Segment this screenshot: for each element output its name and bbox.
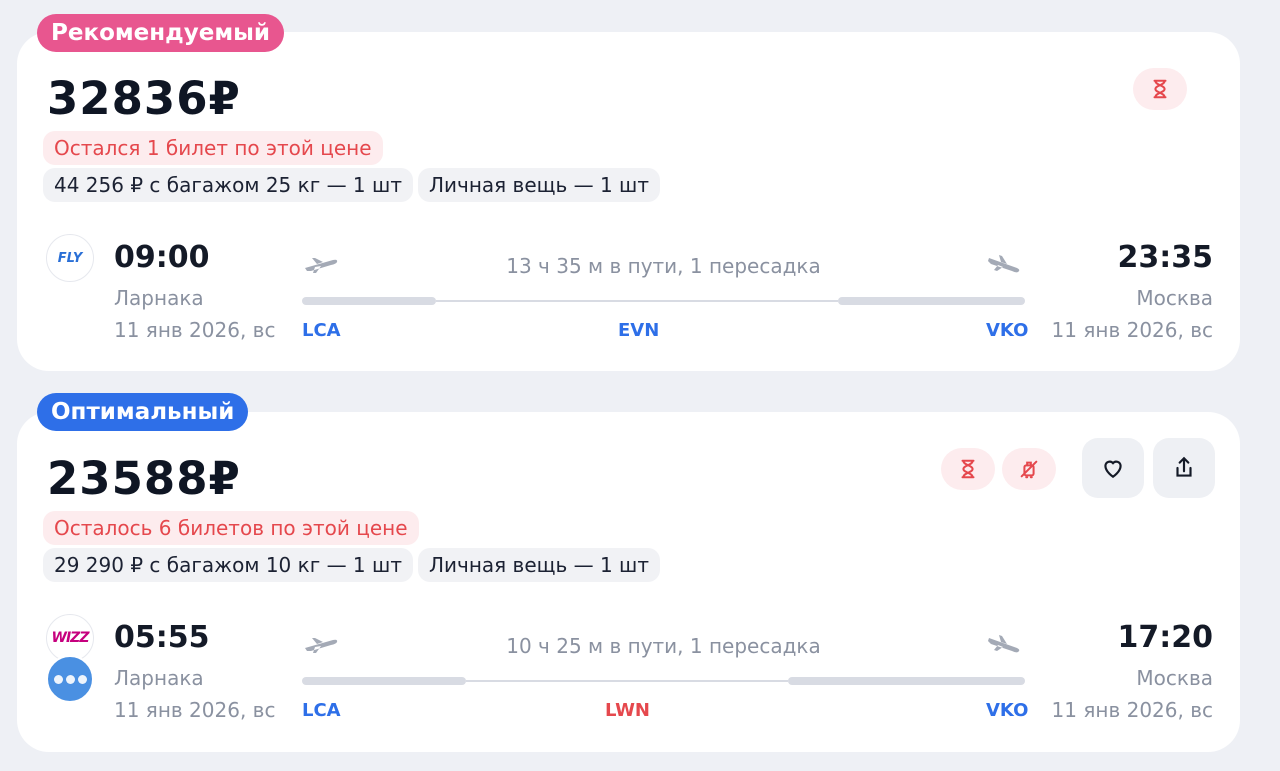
arrival-airport-code: VKO [986, 700, 1029, 721]
landing-plane-icon [988, 635, 1020, 653]
fare-options: 29 290 ₽ с багажом 10 кг — 1 шт Личная в… [43, 548, 661, 582]
departure-date: 11 янв 2026, вс [114, 318, 276, 342]
arrival-airport-code: VKO [986, 320, 1029, 341]
departure-airport-code: LCA [302, 320, 341, 341]
seats-left-warning: Осталось 6 билетов по этой цене [43, 511, 419, 545]
no-baggage-icon[interactable] [1002, 448, 1056, 490]
price: 23588₽ [47, 452, 241, 505]
departure-airport-code: LCA [302, 700, 341, 721]
recommended-badge: Рекомендуемый [37, 14, 285, 52]
second-airline-logo [46, 655, 94, 703]
route-timeline [302, 677, 1025, 685]
seats-left-warning: Остался 1 билет по этой цене [43, 131, 383, 165]
hourglass-icon[interactable] [1133, 68, 1187, 110]
trip-duration: 13 ч 35 м в пути, 1 пересадка [506, 254, 821, 278]
arrival-city: Москва [1136, 286, 1213, 310]
flight-results: 32836₽ Остался 1 билет по этой цене 44 2… [0, 0, 1280, 771]
heart-icon [1104, 460, 1122, 478]
trip-duration: 10 ч 25 м в пути, 1 пересадка [506, 634, 821, 658]
personal-item-chip[interactable]: Личная вещь — 1 шт [417, 168, 661, 202]
route-timeline [302, 297, 1025, 305]
departure-city: Ларнака [114, 286, 204, 310]
price: 32836₽ [47, 72, 241, 125]
favorite-button[interactable] [1082, 438, 1144, 498]
transfer-airport-code: EVN [618, 320, 660, 341]
baggage-option-chip[interactable]: 44 256 ₽ с багажом 25 кг — 1 шт [43, 168, 413, 202]
arrival-date: 11 янв 2026, вс [1051, 698, 1213, 722]
flight-offer-card[interactable]: 32836₽ Остался 1 билет по этой цене 44 2… [17, 32, 1240, 371]
personal-item-chip[interactable]: Личная вещь — 1 шт [417, 548, 661, 582]
arrival-city: Москва [1136, 666, 1213, 690]
transfer-airport-code: LWN [605, 700, 650, 721]
flight-offer-card[interactable]: 23588₽ Осталось 6 билетов по этой цене 2… [17, 412, 1240, 752]
airline-logo: FLY [46, 234, 94, 282]
baggage-option-chip[interactable]: 29 290 ₽ с багажом 10 кг — 1 шт [43, 548, 413, 582]
share-icon [1176, 456, 1192, 477]
hourglass-icon[interactable] [941, 448, 995, 490]
departure-time: 05:55 [114, 620, 210, 655]
departure-city: Ларнака [114, 666, 204, 690]
share-button[interactable] [1153, 438, 1215, 498]
departure-time: 09:00 [114, 240, 210, 275]
landing-plane-icon [988, 255, 1020, 273]
fare-options: 44 256 ₽ с багажом 25 кг — 1 шт Личная в… [43, 168, 661, 202]
departure-date: 11 янв 2026, вс [114, 698, 276, 722]
arrival-time: 23:35 [1117, 240, 1214, 275]
arrival-date: 11 янв 2026, вс [1051, 318, 1213, 342]
optimal-badge: Оптимальный [37, 393, 249, 431]
arrival-time: 17:20 [1117, 620, 1214, 655]
